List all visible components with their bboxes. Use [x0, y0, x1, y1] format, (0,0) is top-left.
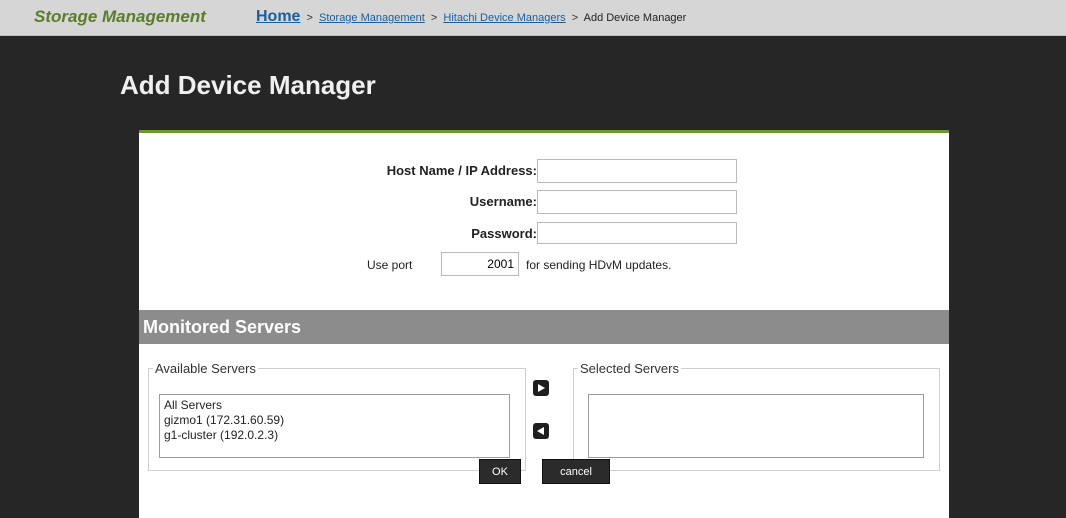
selected-servers-list[interactable] [588, 394, 924, 458]
list-item[interactable]: g1-cluster (192.0.2.3) [164, 428, 505, 443]
top-bar: Storage Management Home > Storage Manage… [0, 0, 1066, 36]
breadcrumb-separator: > [430, 12, 438, 24]
port-input[interactable] [441, 252, 519, 276]
monitored-servers-header: Monitored Servers [139, 310, 949, 344]
available-servers-legend: Available Servers [153, 361, 258, 376]
breadcrumb-separator: > [571, 12, 579, 24]
list-item[interactable]: gizmo1 (172.31.60.59) [164, 413, 505, 428]
breadcrumb-hitachi-device-managers-link[interactable]: Hitachi Device Managers [443, 12, 565, 24]
password-input[interactable] [537, 222, 737, 244]
available-servers-list[interactable]: All Servers gizmo1 (172.31.60.59) g1-clu… [159, 394, 510, 458]
username-label: Username: [469, 194, 537, 209]
breadcrumb-current: Add Device Manager [583, 12, 687, 24]
selected-servers-group: Selected Servers [573, 361, 940, 471]
breadcrumb-home-link[interactable]: Home [256, 8, 300, 25]
breadcrumb-storage-management-link[interactable]: Storage Management [319, 12, 425, 24]
password-label: Password: [471, 226, 537, 241]
form-panel: Host Name / IP Address: Username: Passwo… [139, 130, 949, 518]
cancel-button[interactable]: cancel [542, 459, 610, 484]
host-row: Host Name / IP Address: [139, 159, 537, 183]
ok-button[interactable]: OK [479, 459, 521, 484]
arrow-left-icon [537, 427, 544, 435]
page-title: Add Device Manager [120, 70, 376, 100]
available-servers-group: Available Servers All Servers gizmo1 (17… [148, 361, 526, 471]
breadcrumb-separator: > [306, 12, 313, 24]
list-item[interactable]: All Servers [164, 398, 505, 413]
port-prefix-label: Use port [367, 258, 413, 272]
selected-servers-legend: Selected Servers [578, 361, 681, 376]
breadcrumb: Home > Storage Management > Hitachi Devi… [256, 8, 686, 26]
arrow-right-icon [538, 384, 545, 392]
username-row: Username: [139, 190, 537, 214]
username-input[interactable] [537, 190, 737, 214]
add-server-button[interactable] [533, 380, 549, 396]
app-title: Storage Management [34, 7, 206, 26]
password-row: Password: [139, 222, 537, 246]
host-input[interactable] [537, 159, 737, 183]
host-label: Host Name / IP Address: [386, 163, 537, 178]
remove-server-button[interactable] [533, 423, 549, 439]
port-suffix-label: for sending HDvM updates. [526, 258, 672, 272]
